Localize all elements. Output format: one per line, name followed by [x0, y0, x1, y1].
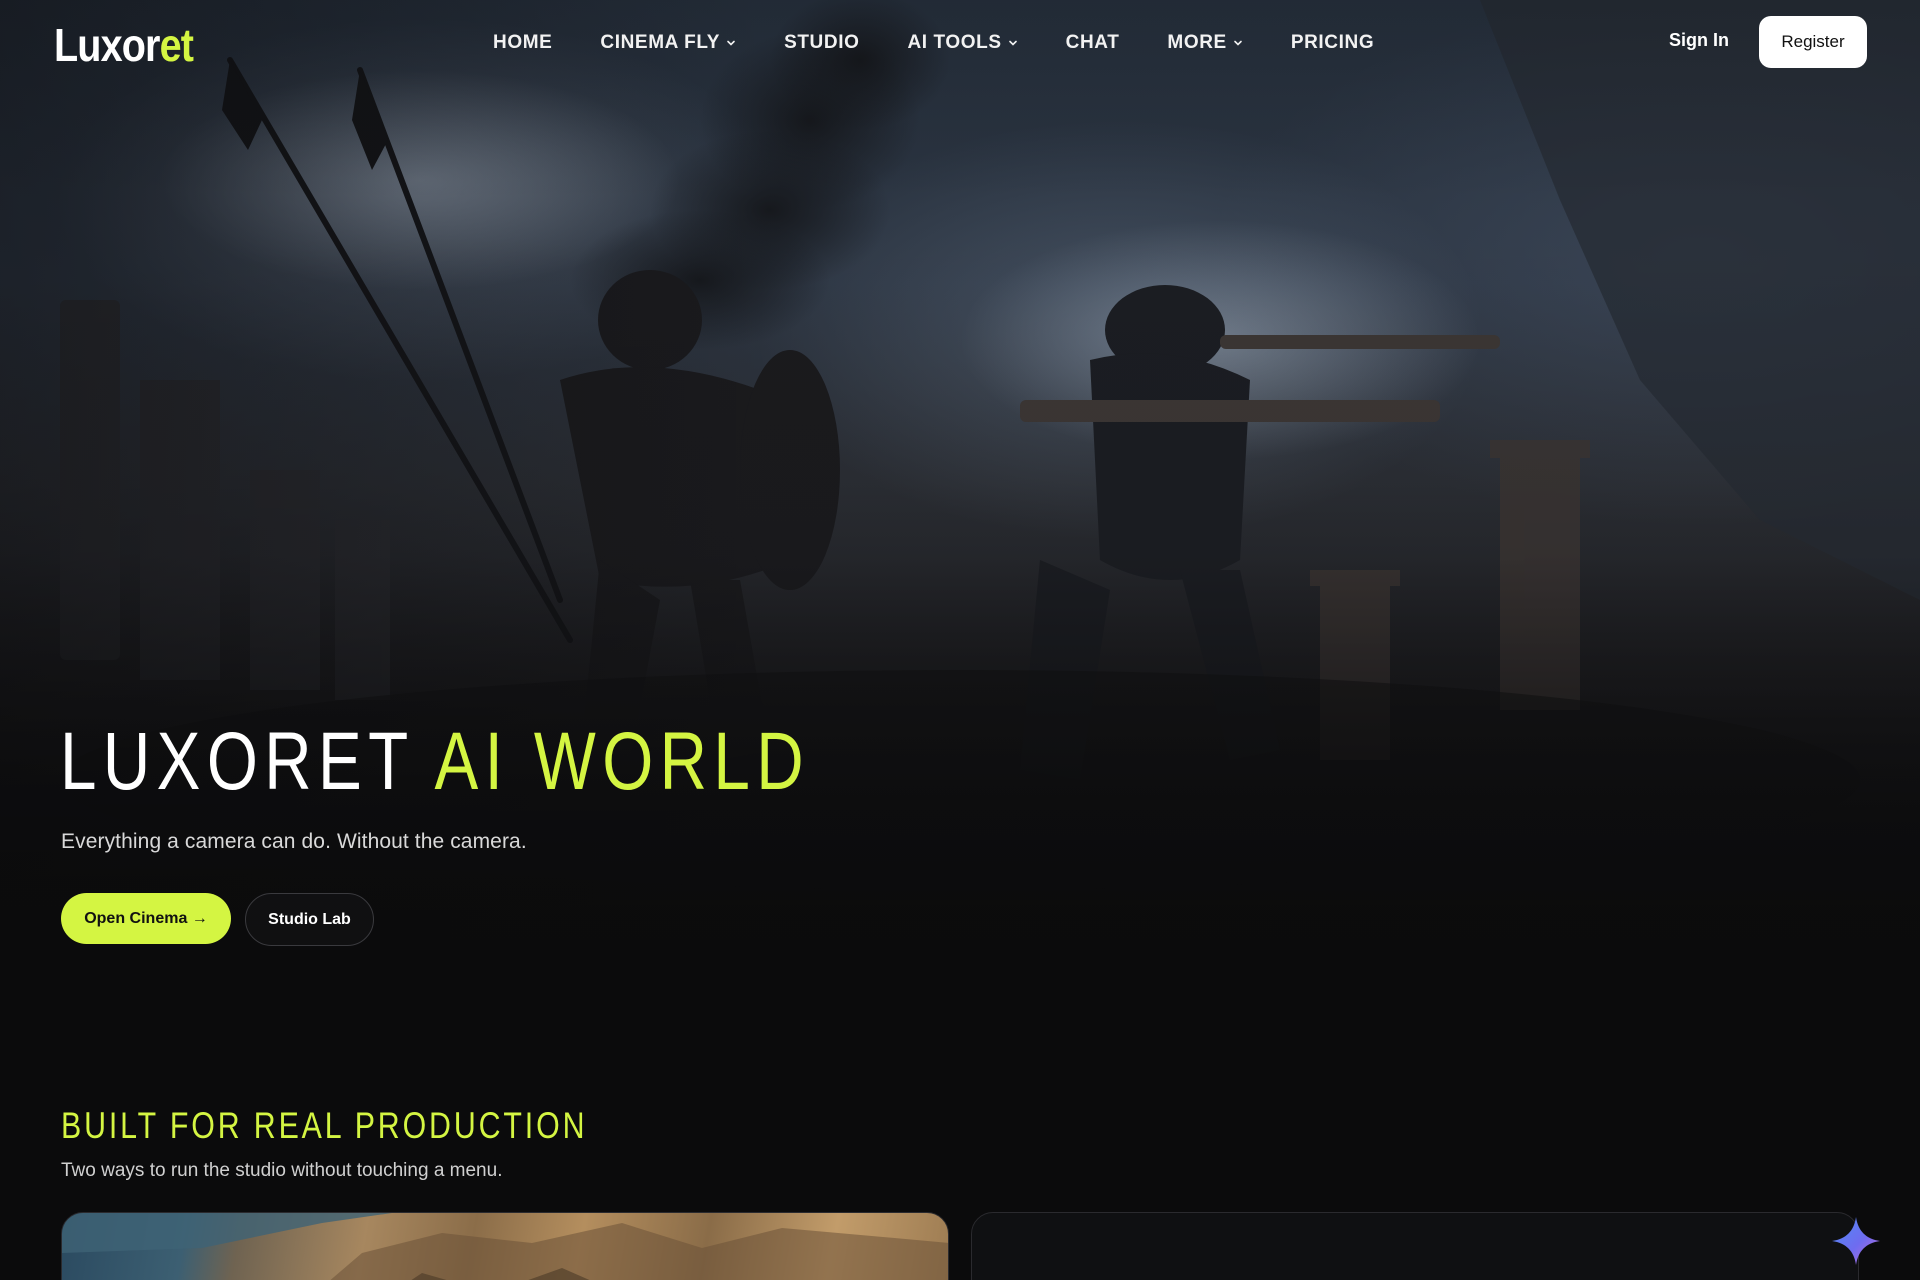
- sparkle-icon[interactable]: [1830, 1215, 1882, 1267]
- section-subtitle: Two ways to run the studio without touch…: [61, 1160, 503, 1181]
- chevron-down-icon: [1008, 40, 1017, 46]
- nav-item-ai-tools[interactable]: AI TOOLS: [907, 32, 1017, 54]
- chevron-down-icon: [1234, 40, 1242, 46]
- feature-card-left[interactable]: [61, 1212, 949, 1280]
- nav-item-cinema-fly[interactable]: CINEMA FLY: [600, 32, 736, 54]
- nav-item-home[interactable]: HOME: [493, 32, 552, 54]
- nav-item-label: MORE: [1167, 32, 1227, 53]
- nav-item-label: HOME: [493, 32, 553, 53]
- nav-item-more[interactable]: MORE: [1167, 32, 1242, 54]
- hero-title-primary: LUXORET: [60, 716, 414, 807]
- nav-item-label: PRICING: [1290, 32, 1375, 53]
- feature-card-image: [62, 1213, 948, 1280]
- feature-card-right[interactable]: [971, 1212, 1859, 1280]
- studio-lab-button[interactable]: Studio Lab: [245, 893, 374, 946]
- nav-item-label: STUDIO: [784, 32, 860, 53]
- landing-page: Luxoret HOME CINEMA FLY STUDIO AI TOOLS …: [0, 0, 1920, 1280]
- nav-item-chat[interactable]: CHAT: [1066, 32, 1120, 54]
- nav-item-label: CHAT: [1065, 32, 1120, 53]
- chevron-down-icon: [727, 40, 735, 46]
- hero-background-image: [0, 0, 1920, 1010]
- brand-logo[interactable]: Luxoret: [54, 18, 194, 72]
- nav-item-studio[interactable]: STUDIO: [784, 32, 859, 54]
- top-navigation: Luxoret HOME CINEMA FLY STUDIO AI TOOLS …: [0, 0, 1920, 86]
- open-cinema-button[interactable]: Open Cinema →: [61, 893, 231, 944]
- nav-item-label: AI TOOLS: [907, 32, 1002, 53]
- sign-in-link[interactable]: Sign In: [1669, 30, 1729, 51]
- section-title: BUILT FOR REAL PRODUCTION: [61, 1105, 588, 1146]
- register-button[interactable]: Register: [1759, 16, 1867, 68]
- main-menu: HOME CINEMA FLY STUDIO AI TOOLS CHAT MOR…: [493, 30, 1374, 56]
- hero-gradient-overlay: [0, 0, 1920, 1010]
- nav-item-label: CINEMA FLY: [600, 32, 721, 53]
- hero-title: LUXORET AI WORLD: [60, 718, 810, 806]
- nav-item-pricing[interactable]: PRICING: [1291, 32, 1374, 54]
- logo-text-primary: Luxor: [54, 19, 160, 71]
- logo-text-accent: et: [159, 19, 194, 71]
- hero-subtitle: Everything a camera can do. Without the …: [61, 830, 527, 853]
- hero-title-accent: AI WORLD: [434, 716, 811, 807]
